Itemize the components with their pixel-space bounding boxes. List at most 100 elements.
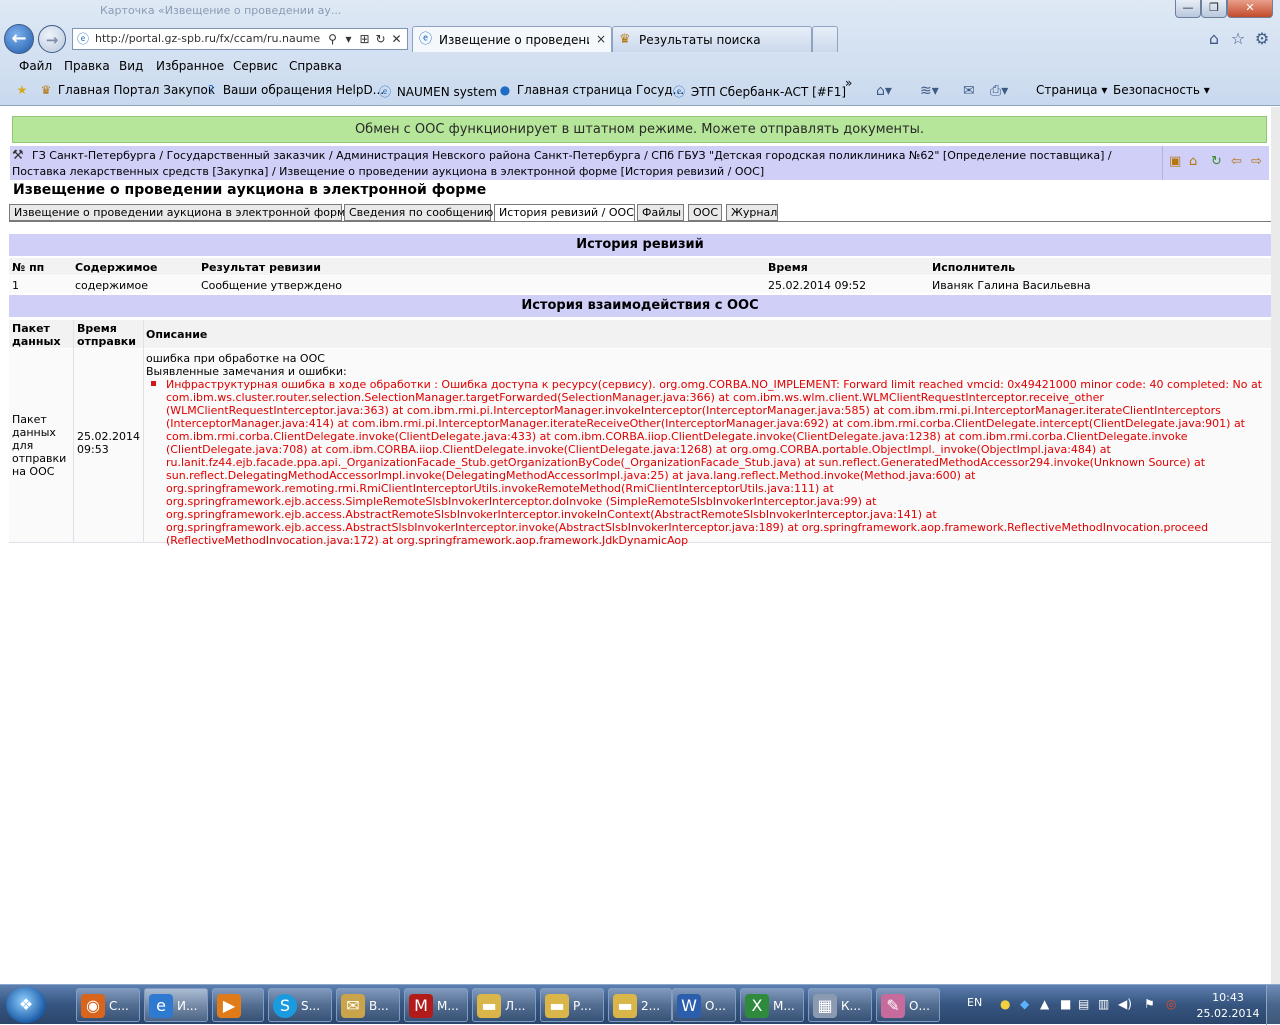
menu-file[interactable]: Файл xyxy=(19,59,52,73)
close-window-button[interactable]: ✕ xyxy=(1227,0,1273,18)
taskbar-item-folder-2[interactable]: ▬ Р... xyxy=(540,988,604,1022)
tray-app-icon[interactable]: ◆ xyxy=(1020,997,1029,1011)
col-executor: Исполнитель xyxy=(932,261,1016,274)
page-scrollbar[interactable] xyxy=(1271,107,1280,984)
minimize-button[interactable]: — xyxy=(1175,0,1201,18)
safety-menu[interactable]: Безопасность ▾ xyxy=(1113,83,1210,97)
home-icon[interactable]: ⌂ xyxy=(1189,154,1197,169)
compatibility-view-icon[interactable]: ⊞ xyxy=(357,31,372,47)
start-button[interactable]: ❖ xyxy=(6,987,46,1023)
taskbar-item-firefox[interactable]: ◉ С... xyxy=(76,988,140,1022)
network-icon[interactable]: ▥ xyxy=(1098,997,1109,1011)
menu-edit[interactable]: Правка xyxy=(64,59,110,73)
address-bar[interactable]: ⓔ http://portal.gz-spb.ru/fx/ccam/ru.nau… xyxy=(72,28,408,50)
tab-notice-form[interactable]: Извещение о проведении аукциона в электр… xyxy=(9,204,352,221)
skype-icon: S xyxy=(273,994,297,1018)
taskbar-item-skype[interactable]: S S... xyxy=(268,988,332,1022)
menu-help[interactable]: Справка xyxy=(289,59,342,73)
taskbar-item-folder-1[interactable]: ▬ Л... xyxy=(472,988,536,1022)
navigation-row: ← → ⓔ http://portal.gz-spb.ru/fx/ccam/ru… xyxy=(0,22,1280,56)
tray-app-icon[interactable]: ● xyxy=(1000,997,1010,1011)
refresh-icon[interactable]: ↻ xyxy=(373,31,388,47)
tab-files[interactable]: Файлы xyxy=(637,204,684,221)
media-player-icon: ▶ xyxy=(217,994,241,1018)
breadcrumb[interactable]: ГЗ Санкт-Петербурга / Государственный за… xyxy=(12,148,1158,180)
menu-tools[interactable]: Сервис xyxy=(233,59,278,73)
menu-favorites[interactable]: Избранное xyxy=(156,59,224,73)
show-desktop-button[interactable] xyxy=(1266,985,1280,1025)
tab-label: Результаты поиска xyxy=(639,33,761,47)
tab-search-results[interactable]: ♛ Результаты поиска xyxy=(612,26,812,52)
tab-notice[interactable]: ⓔ Извещение о проведении ... × xyxy=(412,26,612,52)
windows-logo-icon: ❖ xyxy=(18,995,34,1014)
forward-arrow-icon[interactable]: ⇨ xyxy=(1251,154,1262,169)
forward-button[interactable]: → xyxy=(38,25,66,53)
page-menu[interactable]: Страница ▾ xyxy=(1036,83,1107,97)
search-icon[interactable]: ⚲ xyxy=(325,31,340,47)
print-icon[interactable]: ⎙▾ xyxy=(990,83,1008,99)
back-arrow-icon[interactable]: ⇦ xyxy=(1231,154,1242,169)
revision-number: 1 xyxy=(12,279,19,292)
address-url[interactable]: http://portal.gz-spb.ru/fx/ccam/ru.naume… xyxy=(95,32,320,47)
back-button[interactable]: ← xyxy=(4,24,34,54)
fav-link-helpdesk[interactable]: ? Ваши обращения HelpD... xyxy=(203,83,384,99)
refresh-icon[interactable]: ↻ xyxy=(1211,154,1222,169)
breadcrumb-bar: ⚒ ГЗ Санкт-Петербурга / Государственный … xyxy=(10,146,1269,180)
home-icon[interactable]: ⌂ xyxy=(1204,29,1224,49)
home-icon[interactable]: ⌂▾ xyxy=(876,83,892,99)
fav-link-portal[interactable]: ♛ Главная Портал Закупок xyxy=(38,83,216,99)
taskbar-item-ie[interactable]: e И... xyxy=(144,988,208,1022)
taskbar-item-word[interactable]: W О... xyxy=(672,988,736,1022)
taskbar-item-folder-3[interactable]: ▬ 2... xyxy=(608,988,672,1022)
favorites-more[interactable]: » xyxy=(845,76,852,92)
taskbar-item-paint[interactable]: ✎ О... xyxy=(876,988,940,1022)
fav-link-gov[interactable]: ● Главная страница Госуд... xyxy=(497,83,684,99)
clock-time[interactable]: 10:43 xyxy=(1203,991,1253,1004)
col-result: Результат ревизии xyxy=(201,261,321,274)
ghost-window-title: Карточка «Извещение о проведении ау... xyxy=(100,4,342,17)
maximize-button[interactable]: ❐ xyxy=(1201,0,1227,18)
taskbar-item-calculator[interactable]: ▦ К... xyxy=(808,988,872,1022)
favorites-add-icon[interactable]: ★ xyxy=(14,83,30,99)
new-tab-button[interactable] xyxy=(812,26,838,52)
emblem-icon: ♛ xyxy=(40,83,52,97)
opera-icon[interactable]: ◎ xyxy=(1166,997,1176,1011)
clock-date[interactable]: 25.02.2014 xyxy=(1196,1007,1260,1020)
tab-message-info[interactable]: Сведения по сообщению xyxy=(344,204,493,221)
tab-journal[interactable]: Журнал xyxy=(726,204,778,221)
taskbar-item-mcafee[interactable]: M М... xyxy=(404,988,468,1022)
tray-app-icon[interactable]: ▤ xyxy=(1078,997,1089,1011)
tab-close-icon[interactable]: × xyxy=(596,32,606,46)
tab-oos[interactable]: ООС xyxy=(688,204,722,221)
tab-revision-history[interactable]: История ревизий / ООС xyxy=(494,204,635,222)
revision-time: 25.02.2014 09:52 xyxy=(768,279,867,292)
mail-icon[interactable]: ✉ xyxy=(963,83,975,99)
system-tray: EN ● ◆ ▲ ■ ▤ ▥ ◀) ⚑ ◎ 10:43 25.02.2014 xyxy=(960,985,1280,1025)
folder-icon: ▬ xyxy=(477,994,501,1018)
favorites-star-icon[interactable]: ☆ xyxy=(1228,29,1248,49)
dropdown-arrow-icon[interactable]: ▾ xyxy=(341,31,356,47)
word-icon: W xyxy=(677,994,701,1018)
revisions-header-row xyxy=(9,258,1271,275)
fav-link-sberbank[interactable]: ⓔ ЭТП Сбербанк-АСТ [#F1] xyxy=(671,83,846,99)
tray-app-icon[interactable]: ▲ xyxy=(1040,997,1049,1011)
tab-label: Извещение о проведении ... xyxy=(439,33,589,47)
tray-app-icon[interactable]: ■ xyxy=(1060,997,1071,1011)
action-center-icon[interactable]: ⚑ xyxy=(1144,997,1155,1011)
taskbar-item-mail[interactable]: ✉ В... xyxy=(336,988,400,1022)
menu-view[interactable]: Вид xyxy=(119,59,143,73)
taskbar-item-media[interactable]: ▶ xyxy=(212,988,264,1022)
menu-bar: Файл Правка Вид Избранное Сервис Справка xyxy=(0,56,1280,76)
taskbar-item-excel[interactable]: X М... xyxy=(740,988,804,1022)
revision-content: содержимое xyxy=(75,279,148,292)
fav-link-naumen[interactable]: ⓔ NAUMEN system xyxy=(377,83,497,99)
stop-icon[interactable]: ✕ xyxy=(389,31,404,47)
paint-icon: ✎ xyxy=(881,994,905,1018)
rss-feed-icon[interactable]: ≋▾ xyxy=(920,83,939,99)
page-content: Обмен с ООС функционирует в штатном режи… xyxy=(0,107,1280,984)
folder-icon[interactable]: ▣ xyxy=(1169,154,1181,169)
volume-icon[interactable]: ◀) xyxy=(1118,997,1132,1011)
page-tabs: Извещение о проведении аукциона в электр… xyxy=(9,204,1271,222)
tools-gear-icon[interactable]: ⚙ xyxy=(1252,29,1272,49)
language-indicator[interactable]: EN xyxy=(967,996,982,1009)
